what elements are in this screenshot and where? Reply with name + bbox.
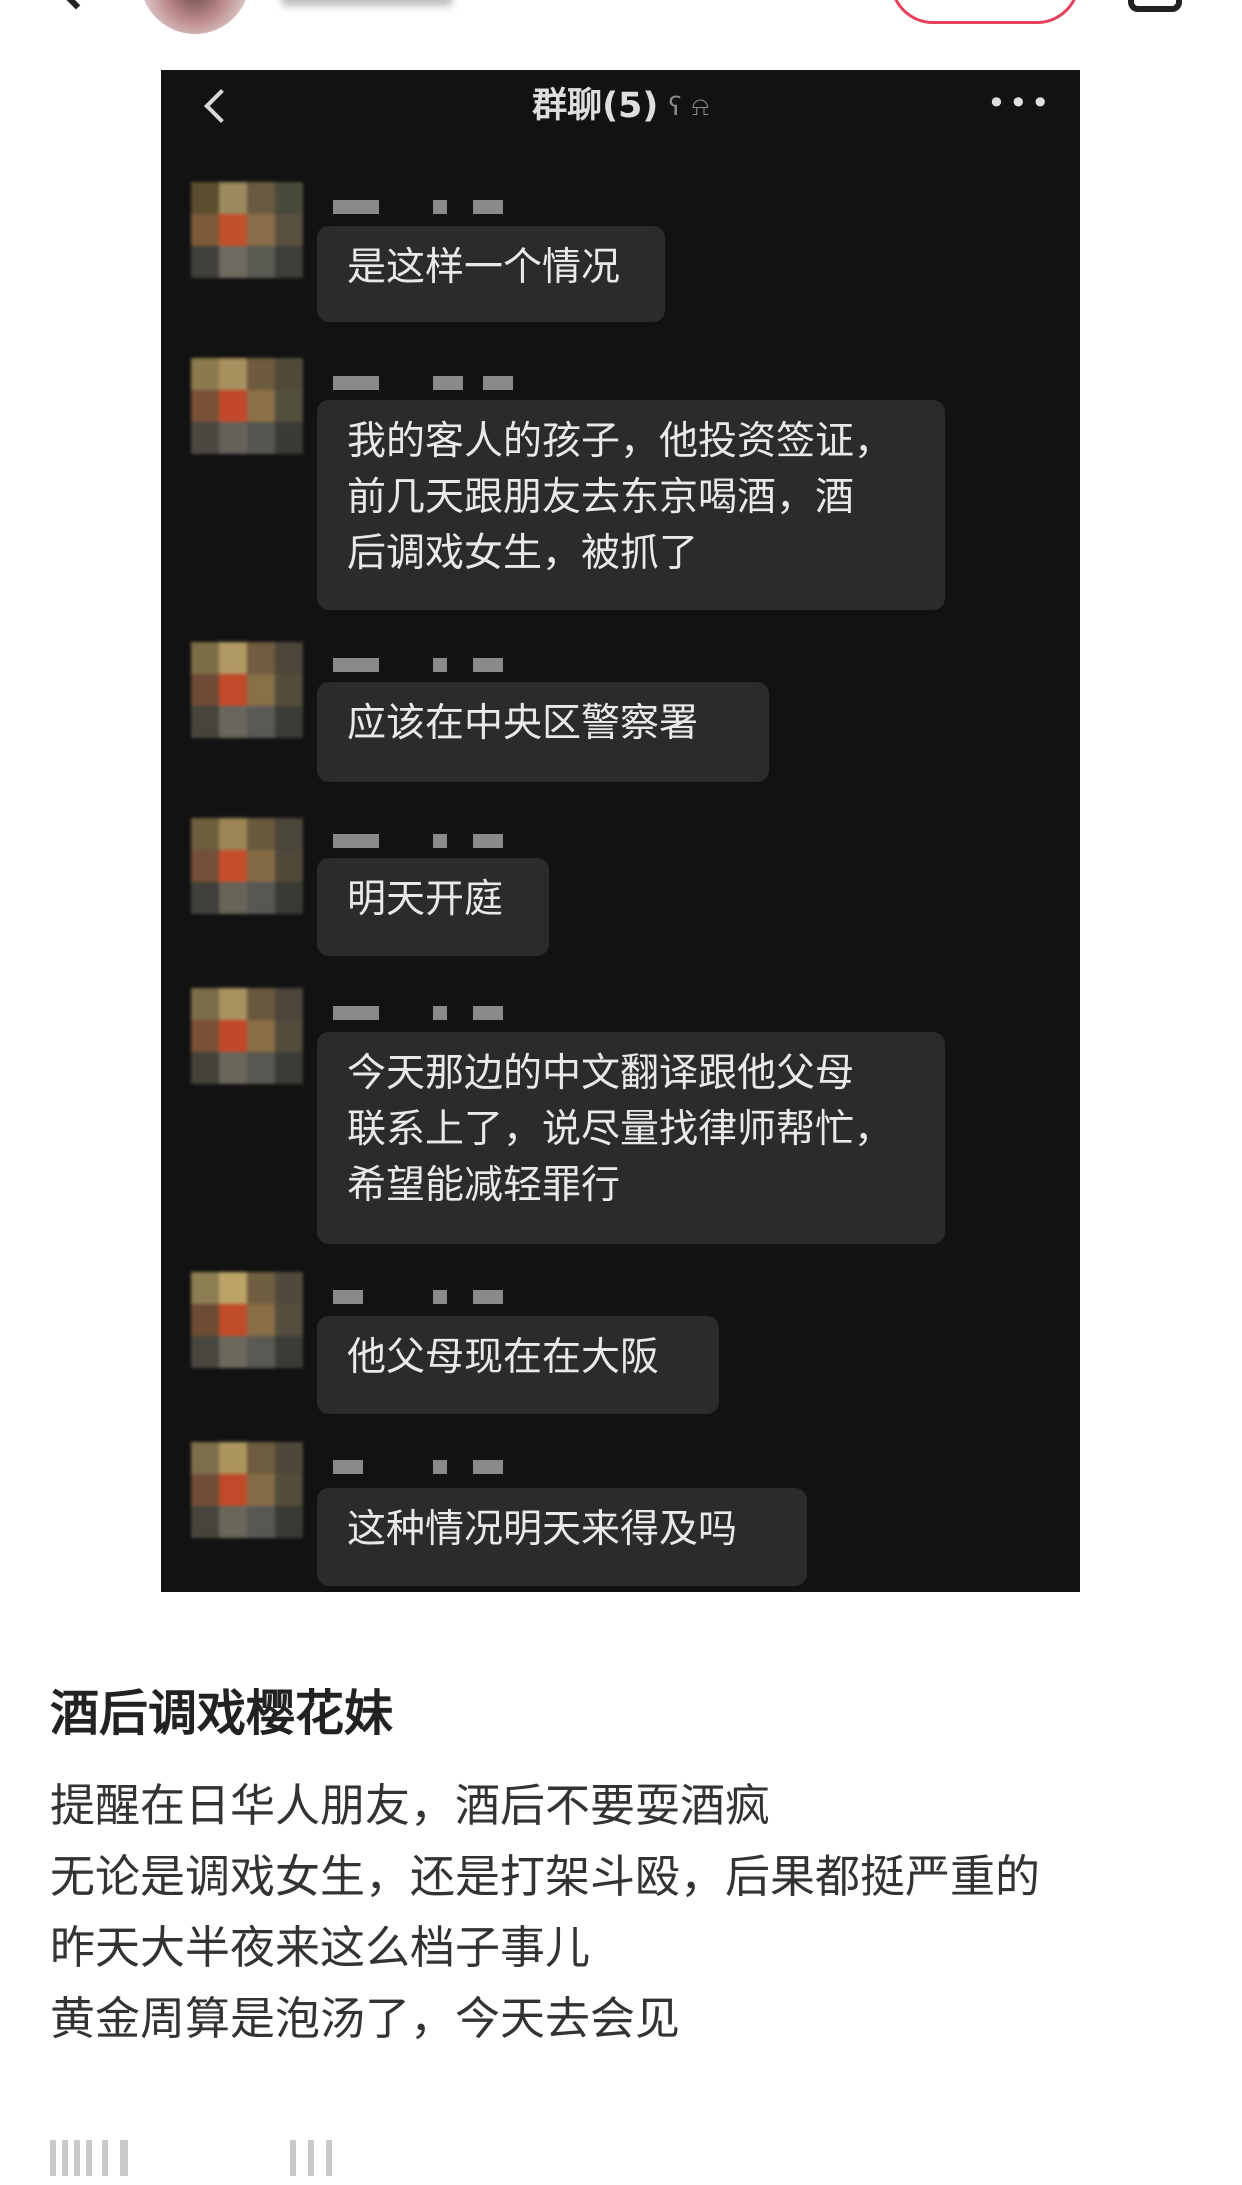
follow-button[interactable]: [890, 0, 1080, 24]
chat-screenshot-image: 群聊(5) ʕ ⍾ ••• 是这样一个情况 我的客人的孩子，他投资签证， 前几天跟朋…: [161, 70, 1080, 1592]
post-body: 提醒在日华人朋友，酒后不要耍酒疯 无论是调戏女生，还是打架斗殴，后果都挺严重的 …: [50, 1770, 1200, 2054]
more-icon: •••: [987, 84, 1053, 122]
author-avatar[interactable]: [140, 0, 250, 34]
author-name[interactable]: [282, 0, 452, 6]
top-bar: [0, 0, 1242, 40]
share-icon[interactable]: [1128, 0, 1182, 12]
chat-header: 群聊(5) ʕ ⍾: [161, 76, 1080, 136]
post-body-line: 昨天大半夜来这么档子事儿: [50, 1921, 591, 1974]
sender-avatar: [191, 642, 303, 738]
message-bubble: 这种情况明天来得及吗: [317, 1488, 807, 1586]
post-body-line: 黄金周算是泡汤了，今天去会见: [50, 1992, 681, 2045]
post-body-line: 提醒在日华人朋友，酒后不要耍酒疯: [50, 1779, 771, 1832]
message-bubble: 是这样一个情况: [317, 226, 665, 322]
sender-avatar: [191, 1272, 303, 1368]
message-bubble: 明天开庭: [317, 858, 549, 956]
sender-avatar: [191, 182, 303, 278]
message-bubble: 今天那边的中文翻译跟他父母 联系上了，说尽量找律师帮忙， 希望能减轻罪行: [317, 1032, 945, 1244]
message-bubble: 他父母现在在大阪: [317, 1316, 719, 1414]
bell-muted-icon: ⍾: [691, 92, 709, 122]
chat-title: 群聊(5): [532, 86, 659, 126]
sender-avatar: [191, 358, 303, 454]
cropped-content-fragment: [50, 2140, 350, 2180]
post-title: 酒后调戏樱花妹: [50, 1685, 394, 1742]
sender-avatar: [191, 988, 303, 1084]
message-bubble: 我的客人的孩子，他投资签证， 前几天跟朋友去东京喝酒，酒 后调戏女生，被抓了: [317, 400, 945, 610]
post-body-line: 无论是调戏女生，还是打架斗殴，后果都挺严重的: [50, 1850, 1041, 1903]
ear-icon: ʕ: [668, 92, 682, 122]
back-arrow-icon[interactable]: [50, 0, 102, 10]
message-bubble: 应该在中央区警察署: [317, 682, 769, 782]
sender-avatar: [191, 1442, 303, 1538]
sender-avatar: [191, 818, 303, 914]
